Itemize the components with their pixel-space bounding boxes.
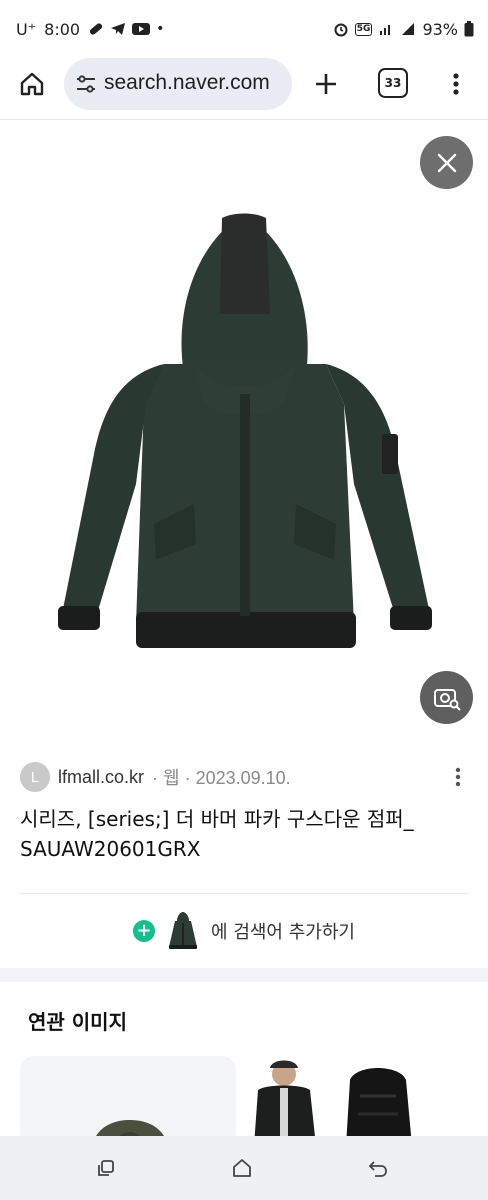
home-icon: [20, 72, 44, 96]
image-search-icon: [433, 688, 460, 710]
related-image-card[interactable]: [20, 1056, 236, 1146]
back-button[interactable]: [362, 1152, 394, 1184]
add-search-term-label: 에 검색어 추가하기: [211, 922, 355, 943]
status-left: U⁺ 8:00 •: [16, 18, 164, 40]
more-vert-icon: [455, 767, 461, 787]
source-more-button[interactable]: [446, 764, 470, 790]
cell-signal-icon: [402, 23, 415, 35]
alarm-icon: [334, 23, 348, 37]
url-bar[interactable]: search.naver.com: [64, 58, 292, 110]
home-icon: [233, 1159, 251, 1177]
recent-apps-button[interactable]: [90, 1152, 122, 1184]
battery-icon: [464, 21, 474, 37]
result-title[interactable]: 시리즈, [series;] 더 바머 파카 구스다운 점퍼_ SAUAW206…: [20, 804, 470, 864]
home-button[interactable]: [14, 66, 50, 102]
site-settings-icon[interactable]: [74, 72, 98, 96]
tab-switcher-button[interactable]: 33: [378, 68, 408, 98]
source-row[interactable]: L lfmall.co.kr · 웹 · 2023.09.10.: [20, 760, 470, 794]
network-5g-icon: 5G: [354, 22, 373, 36]
more-vert-icon: [453, 73, 459, 95]
image-search-button[interactable]: [420, 671, 473, 724]
notification-icons: •: [88, 21, 164, 37]
divider: [20, 893, 468, 894]
close-icon: [437, 153, 456, 172]
source-domain[interactable]: lfmall.co.kr: [58, 767, 144, 788]
carrier-label: U⁺: [16, 19, 37, 39]
youtube-icon: [132, 23, 151, 35]
system-nav-bar: [0, 1136, 488, 1200]
site-favicon: L: [20, 762, 50, 792]
browser-menu-button[interactable]: [440, 66, 472, 102]
related-image-2: [250, 1056, 468, 1146]
browser-toolbar: search.naver.com 33: [0, 56, 488, 120]
telegram-icon: [111, 23, 126, 35]
new-tab-button[interactable]: [308, 66, 344, 102]
home-nav-button[interactable]: [226, 1152, 258, 1184]
favicon-letter: L: [30, 768, 40, 786]
status-bar: U⁺ 8:00 • 5G 93%: [0, 0, 488, 56]
section-separator: [0, 968, 488, 982]
more-notifications-dot: •: [156, 21, 165, 37]
related-image-1: [92, 1120, 168, 1146]
clock: 8:00: [44, 19, 81, 39]
image-viewer: [0, 120, 488, 740]
url-text[interactable]: search.naver.com: [104, 71, 270, 95]
add-search-term-button[interactable]: + 에 검색어 추가하기: [0, 900, 488, 962]
recent-apps-icon: [98, 1160, 114, 1176]
close-viewer-button[interactable]: [420, 136, 473, 189]
pill-icon: [90, 23, 103, 35]
back-icon: [369, 1161, 387, 1177]
plus-icon: [316, 74, 336, 94]
tab-count: 33: [384, 76, 402, 90]
jacket-product-image[interactable]: [44, 204, 444, 660]
wifi-signal-icon: [380, 25, 391, 35]
battery-percent: 93%: [422, 19, 458, 39]
source-meta: · 웹 · 2023.09.10.: [152, 768, 291, 788]
status-right: 5G 93%: [333, 18, 474, 40]
jacket-thumbnail: [169, 912, 198, 949]
related-images-title: 연관 이미지: [28, 1010, 127, 1034]
add-plus-icon: +: [133, 920, 156, 942]
related-image-card[interactable]: [250, 1056, 468, 1146]
